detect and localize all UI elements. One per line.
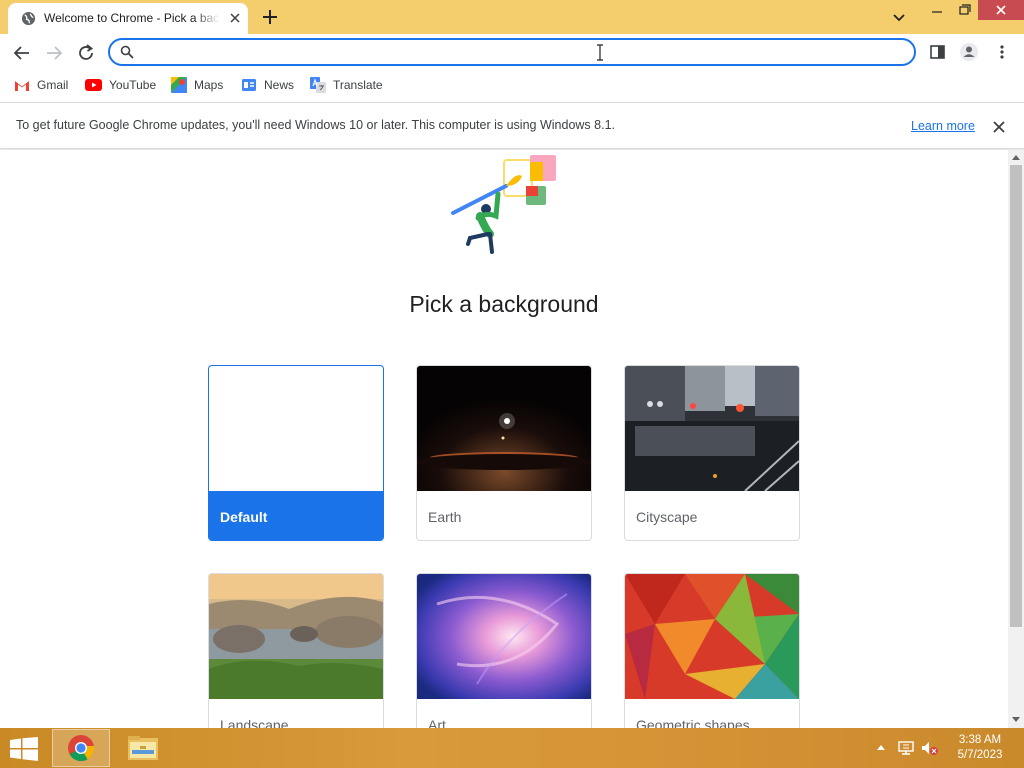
infobar-message: To get future Google Chrome updates, you… [16, 118, 615, 132]
browser-title-bar: Welcome to Chrome - Pick a background [0, 0, 1024, 34]
volume-muted-icon[interactable] [921, 740, 939, 756]
side-panel-icon[interactable] [928, 42, 948, 62]
network-icon[interactable] [897, 740, 915, 756]
background-option-earth[interactable]: Earth [416, 365, 592, 541]
page-content: Pick a background Default Earth Cityscap… [0, 150, 1008, 728]
background-label: Landscape [220, 717, 289, 728]
bookmark-label: YouTube [109, 78, 157, 92]
bookmark-translate[interactable]: Translate [310, 75, 383, 95]
bookmark-youtube[interactable]: YouTube [85, 75, 156, 95]
update-infobar: To get future Google Chrome updates, you… [0, 102, 1024, 149]
bookmark-label: News [264, 78, 295, 92]
chevron-down-icon[interactable] [889, 8, 909, 26]
close-tab-icon[interactable] [227, 10, 243, 26]
painter-illustration [451, 155, 556, 254]
background-label: Geometric shapes [636, 717, 750, 728]
learn-more-link[interactable]: Learn more [911, 119, 975, 133]
more-menu-icon[interactable] [992, 42, 1012, 62]
address-input[interactable] [142, 43, 902, 61]
forward-arrow-icon[interactable] [41, 40, 67, 66]
search-icon [120, 45, 134, 59]
show-hidden-icons-icon[interactable] [876, 740, 886, 756]
bookmark-label: Gmail [37, 78, 69, 92]
scroll-down-arrow-icon[interactable] [1012, 717, 1020, 723]
background-option-art[interactable]: Art [416, 573, 592, 728]
news-icon [242, 79, 256, 91]
close-window-icon[interactable] [978, 0, 1024, 26]
system-clock[interactable]: 3:38 AM 5/7/2023 [950, 733, 1010, 763]
scroll-up-arrow-icon[interactable] [1012, 154, 1020, 160]
background-label: Cityscape [636, 509, 698, 525]
background-option-landscape[interactable]: Landscape [208, 573, 384, 728]
landscape-thumbnail [209, 574, 383, 699]
background-option-default[interactable]: Default [208, 365, 384, 541]
restore-icon[interactable] [952, 0, 978, 26]
background-label: Default [220, 509, 268, 525]
tab-title: Welcome to Chrome - Pick a background [44, 11, 220, 25]
background-label: Earth [428, 509, 462, 525]
minimize-icon[interactable] [922, 0, 952, 26]
bookmark-maps[interactable]: Maps [171, 75, 223, 95]
bookmark-label: Translate [333, 78, 383, 92]
gmail-icon [15, 80, 29, 91]
clock-time: 3:38 AM [958, 734, 1002, 746]
youtube-icon [85, 79, 102, 91]
text-cursor-icon [597, 44, 603, 61]
maps-icon [171, 77, 187, 93]
bookmarks-bar: Gmail YouTube Maps News Translate [0, 71, 1024, 99]
bookmark-news[interactable]: News [241, 75, 294, 95]
background-label: Art [428, 717, 446, 728]
bookmark-gmail[interactable]: Gmail [14, 75, 68, 95]
scroll-thumb[interactable] [1010, 165, 1022, 627]
windows-start-icon[interactable] [10, 737, 38, 761]
bookmark-label: Maps [194, 78, 224, 92]
back-arrow-icon[interactable] [9, 40, 35, 66]
close-icon[interactable] [992, 120, 1006, 134]
address-bar[interactable] [108, 38, 916, 66]
background-option-cityscape[interactable]: Cityscape [624, 365, 800, 541]
chrome-icon [68, 735, 95, 762]
cityscape-thumbnail [625, 366, 799, 491]
page-title: Pick a background [409, 291, 599, 317]
reload-icon[interactable] [73, 40, 99, 66]
active-tab[interactable]: Welcome to Chrome - Pick a background [8, 3, 248, 34]
earth-thumbnail [417, 366, 591, 491]
file-explorer-icon[interactable] [118, 730, 168, 766]
background-option-geometric-shapes[interactable]: Geometric shapes [624, 573, 800, 728]
browser-toolbar [0, 34, 1024, 71]
clock-date: 5/7/2023 [957, 749, 1003, 761]
vertical-scrollbar[interactable] [1008, 150, 1024, 728]
taskbar-chrome-button[interactable] [52, 729, 110, 767]
new-tab-icon[interactable] [260, 7, 280, 27]
windows-taskbar: 3:38 AM 5/7/2023 [0, 728, 1024, 768]
art-thumbnail [417, 574, 591, 699]
profile-avatar-icon[interactable] [959, 42, 979, 62]
globe-icon [21, 11, 36, 26]
translate-icon [310, 77, 326, 93]
geometric-shapes-thumbnail [625, 574, 799, 699]
